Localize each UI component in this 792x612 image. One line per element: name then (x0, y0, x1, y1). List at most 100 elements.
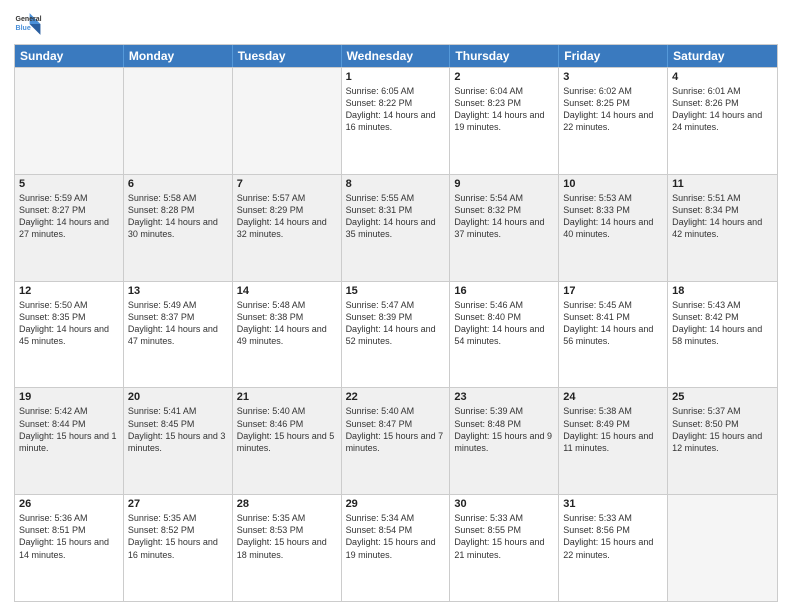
day-info: Sunrise: 5:43 AM Sunset: 8:42 PM Dayligh… (672, 299, 773, 348)
day-info: Sunrise: 5:57 AM Sunset: 8:29 PM Dayligh… (237, 192, 337, 241)
cal-cell (124, 68, 233, 174)
day-number: 1 (346, 71, 446, 83)
cal-cell: 19Sunrise: 5:42 AM Sunset: 8:44 PM Dayli… (15, 388, 124, 494)
day-info: Sunrise: 5:54 AM Sunset: 8:32 PM Dayligh… (454, 192, 554, 241)
cal-cell: 7Sunrise: 5:57 AM Sunset: 8:29 PM Daylig… (233, 175, 342, 281)
cal-cell: 11 Sunrise: 5:51 AM Sunset: 8:34 PM Dayli… (668, 175, 777, 281)
day-number: 22 (346, 391, 446, 403)
cal-cell: 1Sunrise: 6:05 AM Sunset: 8:22 PM Daylig… (342, 68, 451, 174)
day-info: Sunrise: 5:47 AM Sunset: 8:39 PM Dayligh… (346, 299, 446, 348)
cal-cell: 10Sunrise: 5:53 AM Sunset: 8:33 PM Dayli… (559, 175, 668, 281)
day-number: 31 (563, 498, 663, 510)
cal-cell: 22 Sunrise: 5:40 AM Sunset: 8:47 PM Dayli… (342, 388, 451, 494)
day-number: 28 (237, 498, 337, 510)
cal-cell: 8 Sunrise: 5:55 AM Sunset: 8:31 PM Daylig… (342, 175, 451, 281)
cal-cell: 25 Sunrise: 5:37 AM Sunset: 8:50 PM Dayli… (668, 388, 777, 494)
day-info: Sunrise: 5:48 AM Sunset: 8:38 PM Dayligh… (237, 299, 337, 348)
day-info: Sunrise: 6:01 AM Sunset: 8:26 PM Dayligh… (672, 85, 773, 134)
cal-cell: 27 Sunrise: 5:35 AM Sunset: 8:52 PM Dayli… (124, 495, 233, 601)
cal-cell: 23Sunrise: 5:39 AM Sunset: 8:48 PM Dayli… (450, 388, 559, 494)
day-number: 21 (237, 391, 337, 403)
day-number: 20 (128, 391, 228, 403)
page: General Blue SundayMondayTuesdayWednesda… (0, 0, 792, 612)
cal-cell: 13 Sunrise: 5:49 AM Sunset: 8:37 PM Dayli… (124, 282, 233, 388)
day-info: Sunrise: 5:55 AM Sunset: 8:31 PM Dayligh… (346, 192, 446, 241)
day-number: 26 (19, 498, 119, 510)
day-info: Sunrise: 5:38 AM Sunset: 8:49 PM Dayligh… (563, 405, 663, 454)
week-row-3: 12 Sunrise: 5:50 AM Sunset: 8:35 PM Dayli… (15, 281, 777, 388)
day-info: Sunrise: 5:41 AM Sunset: 8:45 PM Dayligh… (128, 405, 228, 454)
day-number: 12 (19, 285, 119, 297)
day-number: 6 (128, 178, 228, 190)
day-info: Sunrise: 5:49 AM Sunset: 8:37 PM Dayligh… (128, 299, 228, 348)
day-header-saturday: Saturday (668, 45, 777, 67)
day-header-sunday: Sunday (15, 45, 124, 67)
cal-cell: 26 Sunrise: 5:36 AM Sunset: 8:51 PM Dayli… (15, 495, 124, 601)
day-info: Sunrise: 5:58 AM Sunset: 8:28 PM Dayligh… (128, 192, 228, 241)
day-info: Sunrise: 6:04 AM Sunset: 8:23 PM Dayligh… (454, 85, 554, 134)
calendar-body: 1Sunrise: 6:05 AM Sunset: 8:22 PM Daylig… (15, 67, 777, 601)
day-info: Sunrise: 5:59 AM Sunset: 8:27 PM Dayligh… (19, 192, 119, 241)
day-number: 15 (346, 285, 446, 297)
day-number: 11 (672, 178, 773, 190)
day-info: Sunrise: 5:40 AM Sunset: 8:47 PM Dayligh… (346, 405, 446, 454)
day-header-tuesday: Tuesday (233, 45, 342, 67)
day-header-wednesday: Wednesday (342, 45, 451, 67)
day-header-monday: Monday (124, 45, 233, 67)
calendar: SundayMondayTuesdayWednesdayThursdayFrid… (14, 44, 778, 602)
day-info: Sunrise: 5:50 AM Sunset: 8:35 PM Dayligh… (19, 299, 119, 348)
week-row-1: 1Sunrise: 6:05 AM Sunset: 8:22 PM Daylig… (15, 67, 777, 174)
day-number: 27 (128, 498, 228, 510)
day-info: Sunrise: 5:35 AM Sunset: 8:53 PM Dayligh… (237, 512, 337, 561)
day-info: Sunrise: 5:51 AM Sunset: 8:34 PM Dayligh… (672, 192, 773, 241)
day-info: Sunrise: 5:36 AM Sunset: 8:51 PM Dayligh… (19, 512, 119, 561)
day-number: 9 (454, 178, 554, 190)
day-number: 18 (672, 285, 773, 297)
day-number: 23 (454, 391, 554, 403)
day-info: Sunrise: 5:40 AM Sunset: 8:46 PM Dayligh… (237, 405, 337, 454)
logo: General Blue (14, 10, 42, 38)
cal-cell (15, 68, 124, 174)
svg-text:Blue: Blue (16, 25, 31, 32)
day-info: Sunrise: 5:34 AM Sunset: 8:54 PM Dayligh… (346, 512, 446, 561)
week-row-5: 26 Sunrise: 5:36 AM Sunset: 8:51 PM Dayli… (15, 494, 777, 601)
cal-cell: 31 Sunrise: 5:33 AM Sunset: 8:56 PM Dayli… (559, 495, 668, 601)
week-row-4: 19Sunrise: 5:42 AM Sunset: 8:44 PM Dayli… (15, 387, 777, 494)
day-number: 24 (563, 391, 663, 403)
day-number: 2 (454, 71, 554, 83)
cal-cell: 18 Sunrise: 5:43 AM Sunset: 8:42 PM Dayli… (668, 282, 777, 388)
logo-icon: General Blue (14, 10, 42, 38)
day-number: 3 (563, 71, 663, 83)
day-info: Sunrise: 5:45 AM Sunset: 8:41 PM Dayligh… (563, 299, 663, 348)
cal-cell: 15 Sunrise: 5:47 AM Sunset: 8:39 PM Dayli… (342, 282, 451, 388)
cal-cell: 29 Sunrise: 5:34 AM Sunset: 8:54 PM Dayli… (342, 495, 451, 601)
cal-cell: 3Sunrise: 6:02 AM Sunset: 8:25 PM Daylig… (559, 68, 668, 174)
day-number: 25 (672, 391, 773, 403)
cal-cell: 16 Sunrise: 5:46 AM Sunset: 8:40 PM Dayli… (450, 282, 559, 388)
svg-text:General: General (16, 16, 42, 23)
day-info: Sunrise: 5:53 AM Sunset: 8:33 PM Dayligh… (563, 192, 663, 241)
cal-cell: 4Sunrise: 6:01 AM Sunset: 8:26 PM Daylig… (668, 68, 777, 174)
day-info: Sunrise: 5:35 AM Sunset: 8:52 PM Dayligh… (128, 512, 228, 561)
cal-cell (233, 68, 342, 174)
day-header-friday: Friday (559, 45, 668, 67)
cal-cell (668, 495, 777, 601)
day-header-thursday: Thursday (450, 45, 559, 67)
day-number: 13 (128, 285, 228, 297)
day-number: 16 (454, 285, 554, 297)
cal-cell: 9 Sunrise: 5:54 AM Sunset: 8:32 PM Daylig… (450, 175, 559, 281)
day-info: Sunrise: 5:46 AM Sunset: 8:40 PM Dayligh… (454, 299, 554, 348)
week-row-2: 5 Sunrise: 5:59 AM Sunset: 8:27 PM Daylig… (15, 174, 777, 281)
day-number: 29 (346, 498, 446, 510)
cal-cell: 2 Sunrise: 6:04 AM Sunset: 8:23 PM Daylig… (450, 68, 559, 174)
cal-cell: 5 Sunrise: 5:59 AM Sunset: 8:27 PM Daylig… (15, 175, 124, 281)
day-info: Sunrise: 5:33 AM Sunset: 8:55 PM Dayligh… (454, 512, 554, 561)
day-number: 8 (346, 178, 446, 190)
cal-cell: 14Sunrise: 5:48 AM Sunset: 8:38 PM Dayli… (233, 282, 342, 388)
day-info: Sunrise: 5:37 AM Sunset: 8:50 PM Dayligh… (672, 405, 773, 454)
cal-cell: 17Sunrise: 5:45 AM Sunset: 8:41 PM Dayli… (559, 282, 668, 388)
day-info: Sunrise: 5:42 AM Sunset: 8:44 PM Dayligh… (19, 405, 119, 454)
day-number: 5 (19, 178, 119, 190)
cal-cell: 28 Sunrise: 5:35 AM Sunset: 8:53 PM Dayli… (233, 495, 342, 601)
day-info: Sunrise: 5:33 AM Sunset: 8:56 PM Dayligh… (563, 512, 663, 561)
